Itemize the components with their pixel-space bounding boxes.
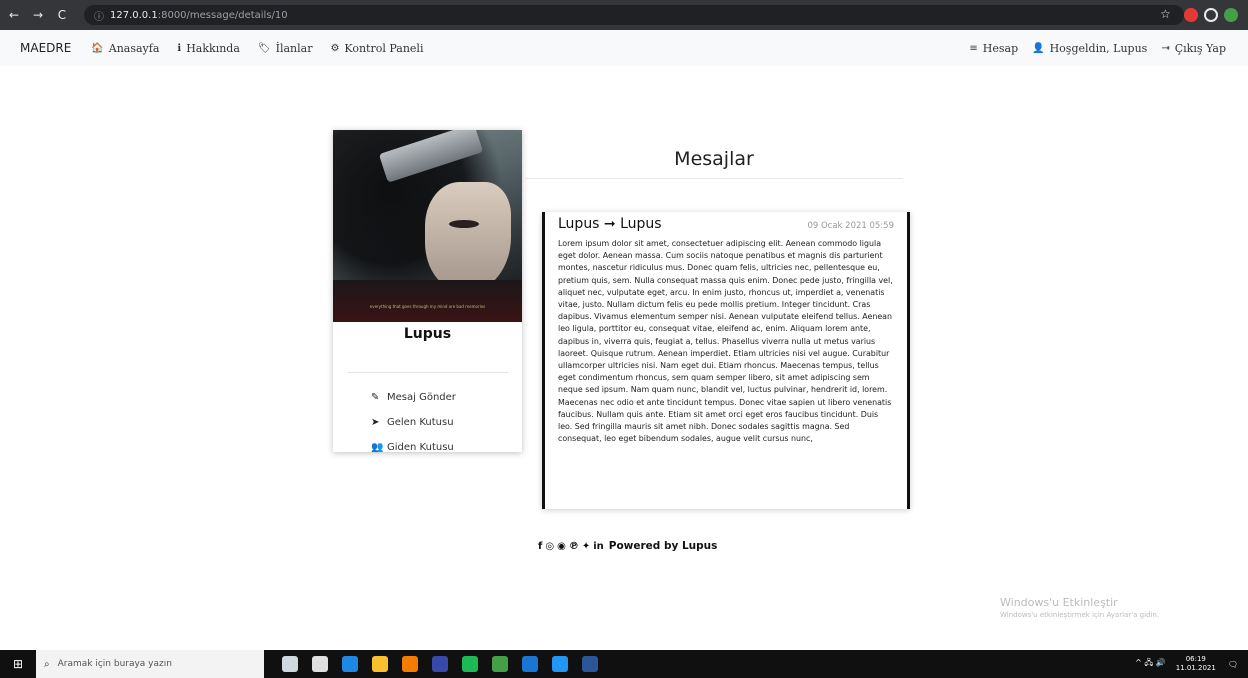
notification-icon[interactable]: 🗨 [1228,660,1238,669]
message-body: Lorem ipsum dolor sit amet, consectetuer… [558,239,893,444]
taskbar-app-icon[interactable] [552,656,568,672]
avatar-quote: everything that goes through my mind are… [369,304,486,309]
site-navbar: MAEDRE 🏠 Anasayfa ℹ Hakkında 🏷 İlanlar ⚙… [0,30,1248,66]
nav-about[interactable]: ℹ Hakkında [177,42,240,55]
nav-home[interactable]: 🏠 Anasayfa [91,42,159,55]
taskbar-app-icon[interactable] [462,656,478,672]
profile-avatar-image: everything that goes through my mind are… [333,130,522,322]
nav-home-label: Anasayfa [108,41,160,55]
taskbar-app-icon[interactable] [342,656,358,672]
clock-date: 11.01.2021 [1175,664,1216,672]
page-title: Mesajlar [674,148,754,170]
nav-logout-label: Çıkış Yap [1174,41,1226,55]
activation-subtitle: Windows'u etkinleştirmek için Ayarlar'a … [1000,611,1160,619]
reload-icon[interactable]: C [52,8,72,22]
instagram-icon[interactable]: ◎ [545,541,554,552]
nav-right-group: ≡ Hesap 👤 Hoşgeldin, Lupus ⇥ Çıkış Yap [969,42,1240,55]
menu-send-message-label: Mesaj Gönder [387,392,456,403]
menu-inbox[interactable]: ➤ Gelen Kutusu [333,410,522,435]
back-icon[interactable]: ← [4,8,24,22]
taskbar-apps [282,656,612,672]
taskbar-app-icon[interactable] [432,656,448,672]
taskbar-search-placeholder: Aramak için buraya yazın [57,659,172,669]
address-bar[interactable]: ⓘ 127.0.0.1 :8000/message/details/10 [84,5,1184,25]
users-icon: 👥 [371,442,384,453]
search-icon: ⌕ [44,658,50,670]
menu-send-message[interactable]: ✎ Mesaj Gönder [333,385,522,410]
paper-plane-icon: ➤ [371,417,380,428]
taskbar-app-icon[interactable] [402,656,418,672]
tags-icon: 🏷 [257,42,271,54]
menu-outbox[interactable]: 👥 Giden Kutusu [333,435,522,460]
profile-avatar-icon[interactable] [1224,8,1238,22]
nav-welcome-label: Hoşgeldin, Lupus [1049,41,1148,55]
profile-card: everything that goes through my mind are… [333,130,522,453]
taskbar-app-icon[interactable] [582,656,598,672]
extension-adblock-icon[interactable] [1184,8,1198,22]
activation-title: Windows'u Etkinleştir [1000,596,1118,609]
footer: f ◎ ◉ ℗ ✦ in Powered by Lupus [538,540,717,552]
message-card: Lupus ➞ Lupus 09 Ocak 2021 05:59 Lorem i… [542,212,910,509]
menu-outbox-label: Giden Kutusu [387,442,454,453]
nav-control-panel-label: Kontrol Paneli [344,41,424,55]
home-icon: 🏠 [91,42,104,54]
message-sender: Lupus ➞ Lupus [558,216,662,232]
info-icon: ℹ [177,42,182,54]
taskbar-search[interactable]: ⌕ Aramak için buraya yazın [36,650,264,678]
taskbar-app-icon[interactable] [372,656,388,672]
message-date: 09 Ocak 2021 05:59 [807,221,894,231]
system-tray: ^ 🖧 🔊 06:19 11.01.2021 🗨 [1135,655,1238,673]
url-path: :8000/message/details/10 [157,9,288,21]
nav-listings[interactable]: 🏷 İlanlar [258,42,313,55]
windows-start-icon[interactable]: ⊞ [0,657,36,671]
browser-toolbar: ← → C ⓘ 127.0.0.1 :8000/message/details/… [0,0,1248,30]
heading-divider [525,178,903,179]
brand-logo[interactable]: MAEDRE [20,41,71,55]
nav-listings-label: İlanlar [275,41,313,55]
taskbar-app-icon[interactable] [492,656,508,672]
powered-by-text: Powered by Lupus [608,540,718,552]
profile-name: Lupus [403,326,452,342]
tray-icons[interactable]: ^ 🖧 🔊 [1135,657,1166,671]
twitter-icon[interactable]: ✦ [582,541,590,552]
nav-account-label: Hesap [982,41,1019,55]
site-info-icon[interactable]: ⓘ [94,8,104,23]
nav-logout[interactable]: ⇥ Çıkış Yap [1161,42,1226,55]
taskbar-clock[interactable]: 06:19 11.01.2021 [1176,655,1216,673]
windows-activation-watermark: Windows'u Etkinleştir Windows'u etkinleş… [1000,596,1159,619]
gear-icon: ⚙ [330,42,340,54]
pinterest-icon[interactable]: ℗ [569,541,579,552]
windows-taskbar: ⊞ ⌕ Aramak için buraya yazın ^ 🖧 🔊 06:19… [0,650,1248,678]
bars-icon: ≡ [969,42,978,54]
extension-puzzle-icon[interactable] [1204,8,1218,22]
message-header: Lupus ➞ Lupus 09 Ocak 2021 05:59 [558,216,894,232]
opera-icon[interactable]: ◉ [557,541,566,552]
menu-inbox-label: Gelen Kutusu [387,417,454,428]
pencil-icon: ✎ [371,392,380,403]
taskbar-app-icon[interactable] [282,656,298,672]
taskbar-app-icon[interactable] [522,656,538,672]
profile-menu: ✎ Mesaj Gönder ➤ Gelen Kutusu 👥 Giden Ku… [333,385,522,460]
nav-account[interactable]: ≡ Hesap [969,42,1018,55]
card-divider [347,372,508,373]
nav-about-label: Hakkında [186,41,240,55]
sign-out-icon: ⇥ [1161,42,1170,54]
facebook-icon[interactable]: f [538,541,542,552]
linkedin-icon[interactable]: in [593,541,604,552]
nav-control-panel[interactable]: ⚙ Kontrol Paneli [330,42,423,55]
nav-welcome-user[interactable]: 👤 Hoşgeldin, Lupus [1032,42,1147,55]
taskbar-app-icon[interactable] [312,656,328,672]
url-host: 127.0.0.1 [110,9,158,21]
forward-icon[interactable]: → [28,8,48,22]
user-icon: 👤 [1032,42,1045,54]
bookmark-star-icon[interactable]: ☆ [1160,7,1171,21]
clock-time: 06:19 [1185,655,1206,663]
